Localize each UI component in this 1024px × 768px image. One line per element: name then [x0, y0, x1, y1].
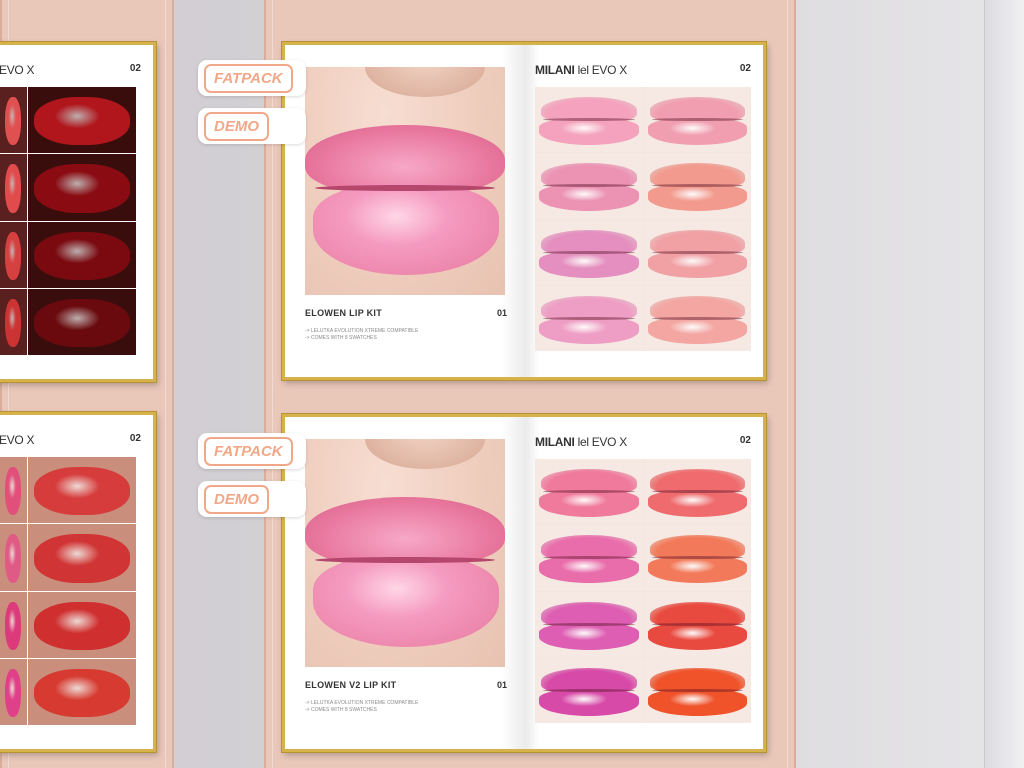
demo-label: DEMO [204, 111, 269, 141]
partial-book-top[interactable]: EVO X 02 [0, 42, 156, 382]
kit-note: -> COMES WITH 8 SWATCHES [305, 335, 377, 341]
demo-button[interactable]: DEMO [198, 108, 306, 144]
book-left-page: ELOWEN V2 LIP KIT 01 -> LELUTKA EVOLUTIO… [285, 417, 525, 749]
fatpack-button[interactable]: FATPACK [198, 433, 306, 469]
book-right-page: MILANI lel EVO X 02 [525, 45, 763, 377]
page-number: 02 [129, 63, 141, 74]
kit-title: ELOWEN LIP KIT [305, 308, 383, 318]
page-number: 02 [739, 63, 751, 74]
swatch-grid [535, 459, 751, 723]
swatch [0, 154, 27, 221]
lip-swatch [535, 591, 643, 657]
swatch [0, 288, 27, 355]
demo-label: DEMO [204, 484, 269, 514]
kit-note: -> LELUTKA EVOLUTION XTREME COMPATIBLE [305, 328, 419, 334]
kit-title: ELOWEN V2 LIP KIT [305, 680, 397, 690]
lip-swatch [643, 87, 751, 153]
brand-name: MILANI [535, 63, 575, 77]
lip-swatch [535, 525, 643, 591]
lip-kit-book-elowen[interactable]: ELOWEN LIP KIT 01 -> LELUTKA EVOLUTION X… [282, 42, 766, 380]
page-number: 02 [129, 433, 141, 444]
swatch [0, 87, 27, 154]
fatpack-label: FATPACK [204, 63, 293, 93]
lip-swatch [535, 657, 643, 723]
swatch [28, 591, 136, 658]
kit-note: -> LELUTKA EVOLUTION XTREME COMPATIBLE [305, 700, 419, 706]
swatch [0, 457, 27, 524]
lip-photo [305, 439, 505, 667]
fatpack-button[interactable]: FATPACK [198, 60, 306, 96]
kit-notes: -> LELUTKA EVOLUTION XTREME COMPATIBLE -… [305, 328, 418, 342]
demo-button[interactable]: DEMO [198, 481, 306, 517]
swatch-grid [535, 87, 751, 351]
lip-swatch [643, 459, 751, 525]
swatch [28, 221, 136, 288]
lip-swatch [643, 525, 751, 591]
partial-book-bottom[interactable]: EVO X 02 [0, 412, 156, 752]
lip-swatch [643, 657, 751, 723]
page-number: 02 [739, 435, 751, 446]
swatch [28, 524, 136, 591]
swatch [28, 154, 136, 221]
book-brand: MILANI lel EVO X [535, 63, 627, 77]
kit-note: -> COMES WITH 8 SWATCHES [305, 707, 377, 713]
swatch [0, 524, 27, 591]
lip-swatch [643, 285, 751, 351]
book-brand: MILANI lel EVO X [535, 435, 627, 449]
swatch [28, 457, 136, 524]
lip-swatch [643, 591, 751, 657]
lip-swatch [535, 219, 643, 285]
lip-swatch [535, 285, 643, 351]
swatch-grid [0, 457, 136, 725]
lip-swatch [643, 153, 751, 219]
lip-kit-book-elowen-v2[interactable]: ELOWEN V2 LIP KIT 01 -> LELUTKA EVOLUTIO… [282, 414, 766, 752]
swatch [28, 288, 136, 355]
book-right-page: MILANI lel EVO X 02 [525, 417, 763, 749]
fatpack-label: FATPACK [204, 436, 293, 466]
swatch [28, 87, 136, 154]
book-brand: EVO X [0, 433, 35, 447]
brand-subtitle: lel EVO X [577, 435, 628, 449]
kit-notes: -> LELUTKA EVOLUTION XTREME COMPATIBLE -… [305, 700, 418, 714]
lip-swatch [535, 459, 643, 525]
lip-swatch [535, 153, 643, 219]
swatch [28, 658, 136, 725]
swatch [0, 591, 27, 658]
swatch [0, 658, 27, 725]
book-brand: EVO X [0, 63, 35, 77]
lip-swatch [535, 87, 643, 153]
lip-swatch [643, 219, 751, 285]
swatch [0, 221, 27, 288]
brand-name: MILANI [535, 435, 575, 449]
kit-page-number: 01 [496, 308, 507, 318]
swatch-grid [0, 87, 136, 355]
book-left-page: ELOWEN LIP KIT 01 -> LELUTKA EVOLUTION X… [285, 45, 525, 377]
brand-subtitle: lel EVO X [577, 63, 628, 77]
lip-photo [305, 67, 505, 295]
kit-page-number: 01 [496, 680, 507, 690]
wall-frame-right [984, 0, 1024, 768]
